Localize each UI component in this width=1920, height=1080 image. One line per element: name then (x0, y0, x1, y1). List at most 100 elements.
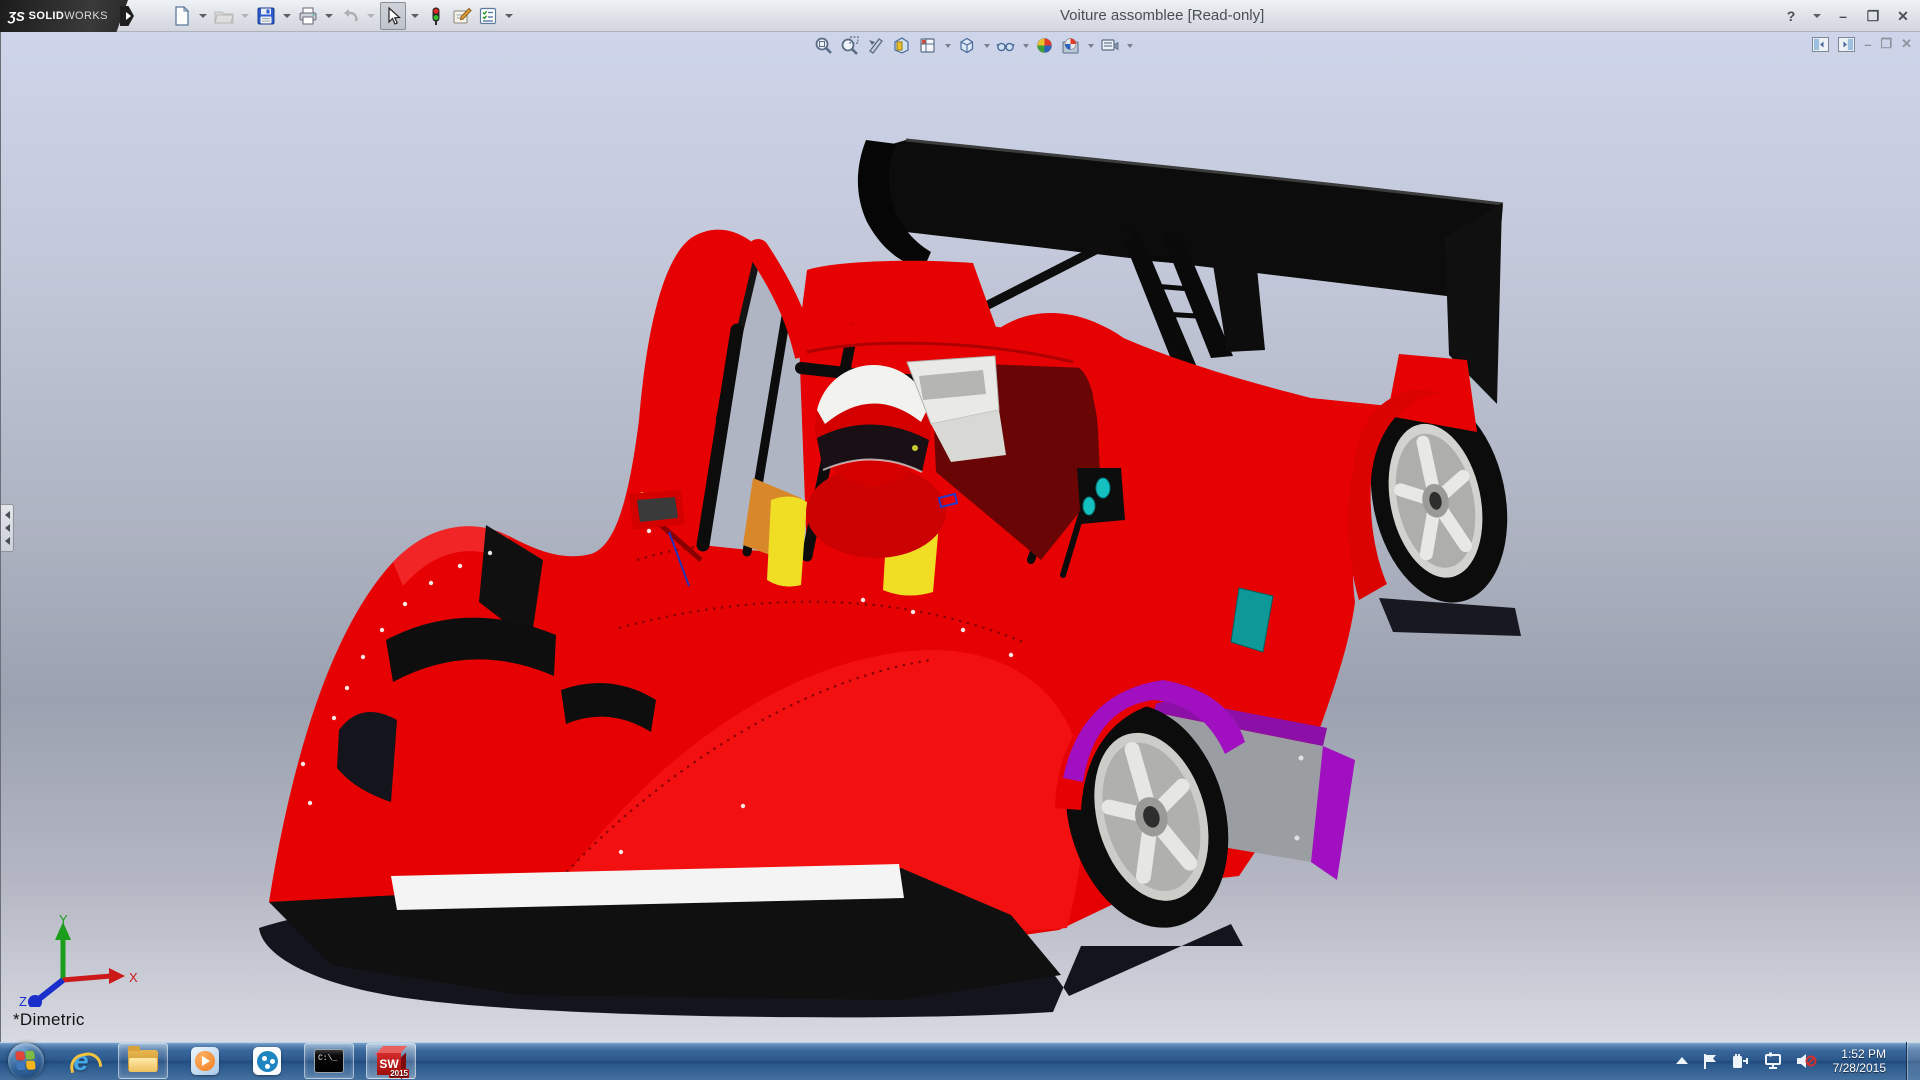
restore-button[interactable]: ❐ (1862, 6, 1884, 26)
pane-toggle-right-icon[interactable] (1838, 37, 1855, 52)
print-dropdown-arrow[interactable] (325, 14, 333, 18)
section-view-button[interactable] (891, 35, 912, 56)
orientation-triad: Y X Z (11, 912, 151, 1007)
save-button[interactable] (254, 2, 278, 30)
power-plug-icon[interactable] (1731, 1052, 1751, 1070)
rebuild-button[interactable] (424, 2, 448, 30)
feature-manager-collapsed-tab[interactable] (1, 504, 14, 552)
triad-y-label: Y (59, 912, 68, 927)
doc-close-button[interactable]: ✕ (1901, 36, 1912, 52)
taskbar-item-solidworks[interactable]: SW 2015 (366, 1043, 416, 1079)
new-document-button[interactable] (170, 2, 194, 30)
windows-flag-icon (15, 1050, 36, 1071)
traffic-light-icon (426, 6, 446, 26)
appearance-ball-icon (1035, 36, 1054, 55)
doc-minimize-button[interactable]: – (1864, 37, 1871, 52)
collapse-arrow-icon (5, 511, 10, 519)
select-cursor-icon (383, 6, 403, 26)
view-orientation-button[interactable] (917, 35, 938, 56)
blue-app-icon (253, 1047, 281, 1075)
title-bar: ƷS SOLID WORKS (0, 0, 1920, 32)
media-player-icon (191, 1047, 219, 1075)
triad-x-label: X (129, 970, 138, 985)
section-view-icon (892, 36, 911, 55)
help-dropdown-arrow[interactable] (1813, 14, 1821, 18)
window-controls: ? – ❐ ✕ (1780, 0, 1914, 32)
window-title: Voiture assomblee [Read-only] (1060, 0, 1320, 32)
hide-show-items-dropdown[interactable] (1023, 44, 1029, 48)
edit-appearance-button-hud[interactable] (1034, 35, 1055, 56)
show-desktop-button[interactable] (1906, 1042, 1920, 1080)
view-orientation-label: *Dimetric (13, 1010, 85, 1030)
system-tray: 1:52 PM 7/28/2015 (1675, 1042, 1920, 1080)
main-toolbar (170, 0, 516, 32)
view-settings-button[interactable] (1099, 35, 1120, 56)
apply-scene-dropdown[interactable] (1088, 44, 1094, 48)
taskbar-item-app-blue[interactable] (242, 1043, 292, 1079)
document-window-controls: – ❐ ✕ (1812, 36, 1912, 52)
glasses-icon (996, 36, 1015, 55)
undo-button[interactable] (338, 2, 362, 30)
taskbar-item-internet-explorer[interactable]: e (56, 1043, 106, 1079)
taskbar-clock[interactable]: 1:52 PM 7/28/2015 (1833, 1047, 1886, 1075)
open-folder-icon (214, 6, 234, 26)
view-settings-dropdown[interactable] (1127, 44, 1133, 48)
select-tool-button[interactable] (380, 2, 406, 30)
print-button[interactable] (296, 2, 320, 30)
view-orientation-dropdown[interactable] (945, 44, 951, 48)
open-document-button[interactable] (212, 2, 236, 30)
collapse-arrow-icon (5, 537, 10, 545)
brand-light: WORKS (64, 10, 108, 22)
show-hidden-icons-button[interactable] (1675, 1056, 1689, 1066)
apply-scene-button[interactable] (1060, 35, 1081, 56)
solidworks-logo[interactable]: ƷS SOLID WORKS (0, 0, 128, 32)
zoom-to-area-icon (840, 36, 859, 55)
taskbar-item-windows-explorer[interactable] (118, 1043, 168, 1079)
new-dropdown-arrow[interactable] (199, 14, 207, 18)
save-dropdown-arrow[interactable] (283, 14, 291, 18)
start-button[interactable] (8, 1043, 44, 1079)
edit-appearance-button[interactable] (450, 2, 474, 30)
zoom-to-area-button[interactable] (839, 35, 860, 56)
view-orientation-icon (918, 36, 937, 55)
pane-toggle-left-icon[interactable] (1812, 37, 1829, 52)
taskbar-item-media-player[interactable] (180, 1043, 230, 1079)
doc-restore-button[interactable]: ❐ (1880, 36, 1892, 52)
command-prompt-icon: C:\_ (314, 1049, 344, 1073)
triad-z-label: Z (19, 994, 27, 1007)
undo-dropdown-arrow (367, 14, 375, 18)
zoom-to-fit-button[interactable] (813, 35, 834, 56)
close-button[interactable]: ✕ (1892, 6, 1914, 26)
3d-model-race-car[interactable] (1, 32, 1920, 1042)
clock-time: 1:52 PM (1833, 1047, 1886, 1061)
display-style-icon (957, 36, 976, 55)
solidworks-icon: SW 2015 (376, 1046, 406, 1076)
view-settings-icon (1100, 36, 1119, 55)
save-floppy-icon (256, 6, 276, 26)
help-button[interactable]: ? (1780, 6, 1802, 26)
brand-bold: SOLID (29, 10, 65, 22)
zoom-to-fit-icon (814, 36, 833, 55)
select-dropdown-arrow[interactable] (411, 14, 419, 18)
graphics-viewport[interactable]: – ❐ ✕ Y X Z *Dimetric (0, 32, 1920, 1042)
display-style-dropdown[interactable] (984, 44, 990, 48)
display-style-button[interactable] (956, 35, 977, 56)
menu-expand-arrow[interactable] (120, 6, 134, 26)
brand-glyph: ƷS (8, 9, 25, 24)
collapse-arrow-icon (5, 524, 10, 532)
explorer-folder-icon (128, 1050, 158, 1072)
pen-on-sheet-icon (452, 6, 472, 26)
action-center-flag-icon[interactable] (1701, 1052, 1719, 1070)
network-display-icon[interactable] (1763, 1052, 1783, 1070)
minimize-button[interactable]: – (1832, 6, 1854, 26)
volume-muted-icon[interactable] (1795, 1052, 1817, 1070)
hide-show-items-button[interactable] (995, 35, 1016, 56)
solidworks-application: ƷS SOLID WORKS (0, 0, 1920, 1080)
previous-view-button[interactable] (865, 35, 886, 56)
previous-view-icon (866, 36, 885, 55)
options-button[interactable] (476, 2, 500, 30)
printer-icon (298, 6, 318, 26)
options-dropdown-arrow[interactable] (505, 14, 513, 18)
taskbar-item-command-prompt[interactable]: C:\_ (304, 1043, 354, 1079)
driver-helmet[interactable] (815, 365, 931, 486)
